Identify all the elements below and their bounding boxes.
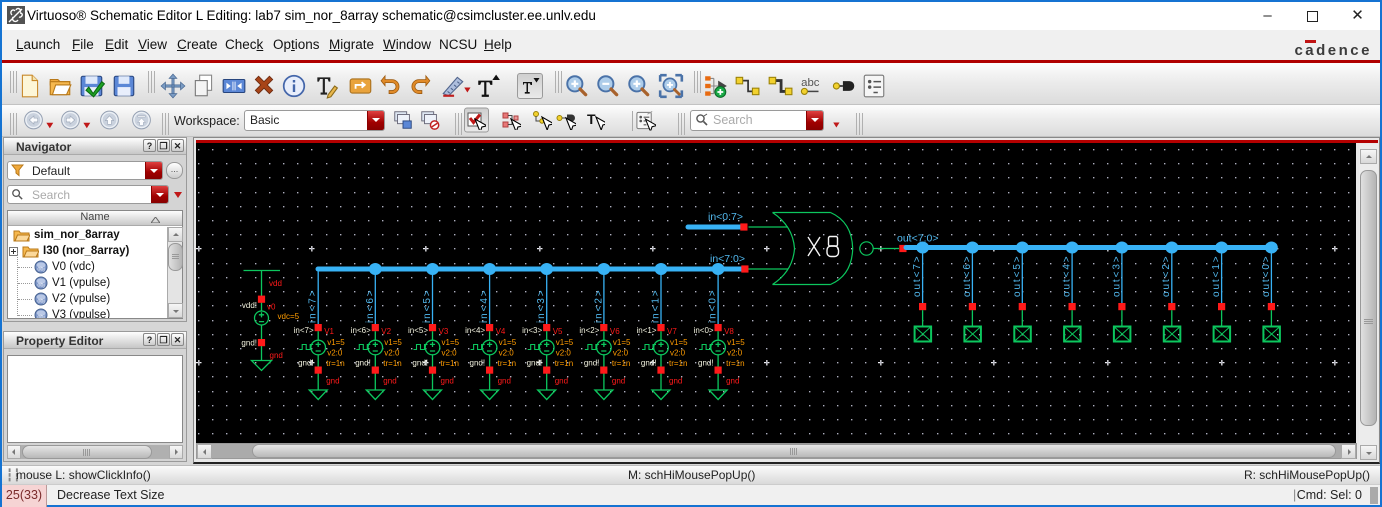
- svg-text:T: T: [587, 111, 596, 127]
- svg-text:in<5>: in<5>: [408, 326, 428, 335]
- svg-text:obj: obj: [37, 267, 44, 273]
- svg-text:gnd!: gnd!: [470, 359, 486, 368]
- svg-text:in<0:7>: in<0:7>: [708, 211, 743, 223]
- svg-text:gnd!: gnd!: [241, 339, 257, 348]
- svg-text:in<0>: in<0>: [708, 288, 719, 323]
- svg-text:in<7>: in<7>: [308, 288, 319, 323]
- svg-text:tr=1n: tr=1n: [441, 359, 459, 368]
- svg-text:V2: V2: [381, 327, 391, 336]
- svg-text:in<6>: in<6>: [351, 326, 371, 335]
- svg-text:v1=5: v1=5: [727, 338, 745, 347]
- svg-text:out<5>: out<5>: [1012, 254, 1023, 297]
- svg-text:gnd: gnd: [612, 377, 625, 386]
- svg-text:gnd!: gnd!: [698, 359, 714, 368]
- svg-text:gnd!: gnd!: [584, 359, 600, 368]
- svg-text:out<2>: out<2>: [1161, 254, 1172, 297]
- svg-text:v2:0: v2:0: [727, 349, 743, 358]
- svg-text:gnd!: gnd!: [298, 359, 314, 368]
- svg-text:v1=5: v1=5: [499, 338, 517, 347]
- svg-text:tr=1n: tr=1n: [383, 359, 401, 368]
- svg-text:V1: V1: [324, 327, 334, 336]
- svg-text:V7: V7: [667, 327, 677, 336]
- svg-text:v2:0: v2:0: [499, 349, 515, 358]
- svg-text:in<3>: in<3>: [536, 288, 547, 323]
- svg-text:vdd: vdd: [269, 279, 282, 288]
- svg-text:V3: V3: [439, 327, 449, 336]
- svg-text:gnd!: gnd!: [355, 359, 371, 368]
- svg-text:out<1>: out<1>: [1211, 254, 1222, 297]
- svg-text:in<4>: in<4>: [465, 326, 485, 335]
- svg-text:gnd: gnd: [383, 377, 396, 386]
- svg-text:v2:0: v2:0: [384, 349, 400, 358]
- svg-text:out<6>: out<6>: [962, 254, 973, 297]
- svg-text:in<6>: in<6>: [365, 288, 376, 323]
- svg-text:gnd: gnd: [555, 377, 568, 386]
- svg-text:abc: abc: [801, 77, 820, 89]
- svg-text:out<4>: out<4>: [1062, 254, 1073, 297]
- svg-text:gnd: gnd: [326, 377, 339, 386]
- svg-text:gnd: gnd: [726, 377, 739, 386]
- svg-text:in<0>: in<0>: [694, 326, 714, 335]
- svg-text:out<7:0>: out<7:0>: [897, 233, 938, 245]
- svg-text:tr=1n: tr=1n: [726, 359, 744, 368]
- svg-text:v1=5: v1=5: [327, 338, 345, 347]
- svg-text:v2:0: v2:0: [327, 349, 343, 358]
- svg-text:V8: V8: [724, 327, 734, 336]
- svg-text:in<2>: in<2>: [579, 326, 599, 335]
- svg-text:in<1>: in<1>: [636, 326, 656, 335]
- svg-text:in<7>: in<7>: [294, 326, 314, 335]
- svg-text:in<2>: in<2>: [593, 288, 604, 323]
- svg-text:tr=1n: tr=1n: [498, 359, 516, 368]
- svg-text:obj: obj: [37, 315, 44, 319]
- svg-text:gnd: gnd: [441, 377, 454, 386]
- svg-text:in<1>: in<1>: [651, 288, 662, 323]
- svg-text:vdd!: vdd!: [242, 301, 257, 310]
- svg-text:in<3>: in<3>: [522, 326, 542, 335]
- svg-text:v1=5: v1=5: [556, 338, 574, 347]
- svg-text:in<5>: in<5>: [422, 288, 433, 323]
- svg-text:V6: V6: [610, 327, 620, 336]
- svg-text:gnd: gnd: [498, 377, 511, 386]
- svg-text:gnd: gnd: [669, 377, 682, 386]
- svg-text:V4: V4: [496, 327, 506, 336]
- svg-text:obj: obj: [37, 299, 44, 305]
- svg-text:vdc=5: vdc=5: [278, 312, 300, 321]
- svg-text:tr=1n: tr=1n: [326, 359, 344, 368]
- svg-text:tr=1n: tr=1n: [669, 359, 687, 368]
- svg-text:gnd!: gnd!: [412, 359, 428, 368]
- svg-text:tr=1n: tr=1n: [612, 359, 630, 368]
- svg-text:v2:0: v2:0: [670, 349, 686, 358]
- svg-text:v2:0: v2:0: [556, 349, 572, 358]
- svg-text:gnd: gnd: [270, 351, 283, 360]
- svg-text:v1=5: v1=5: [670, 338, 688, 347]
- svg-text:out<3>: out<3>: [1111, 254, 1122, 297]
- svg-text:in<7:0>: in<7:0>: [710, 253, 745, 265]
- svg-text:gnd!: gnd!: [641, 359, 657, 368]
- svg-text:v1=5: v1=5: [613, 338, 631, 347]
- svg-text:tr=1n: tr=1n: [555, 359, 573, 368]
- svg-text:v2:0: v2:0: [442, 349, 458, 358]
- svg-text:v2:0: v2:0: [613, 349, 629, 358]
- svg-text:obj: obj: [37, 283, 44, 289]
- svg-text:in<4>: in<4>: [479, 288, 490, 323]
- svg-text:gnd!: gnd!: [527, 359, 543, 368]
- svg-text:V5: V5: [553, 327, 563, 336]
- svg-text:v1=5: v1=5: [384, 338, 402, 347]
- svg-text:out<7>: out<7>: [912, 254, 923, 297]
- svg-text:out<0>: out<0>: [1261, 254, 1272, 297]
- svg-text:v0: v0: [267, 303, 276, 312]
- svg-text:v1=5: v1=5: [442, 338, 460, 347]
